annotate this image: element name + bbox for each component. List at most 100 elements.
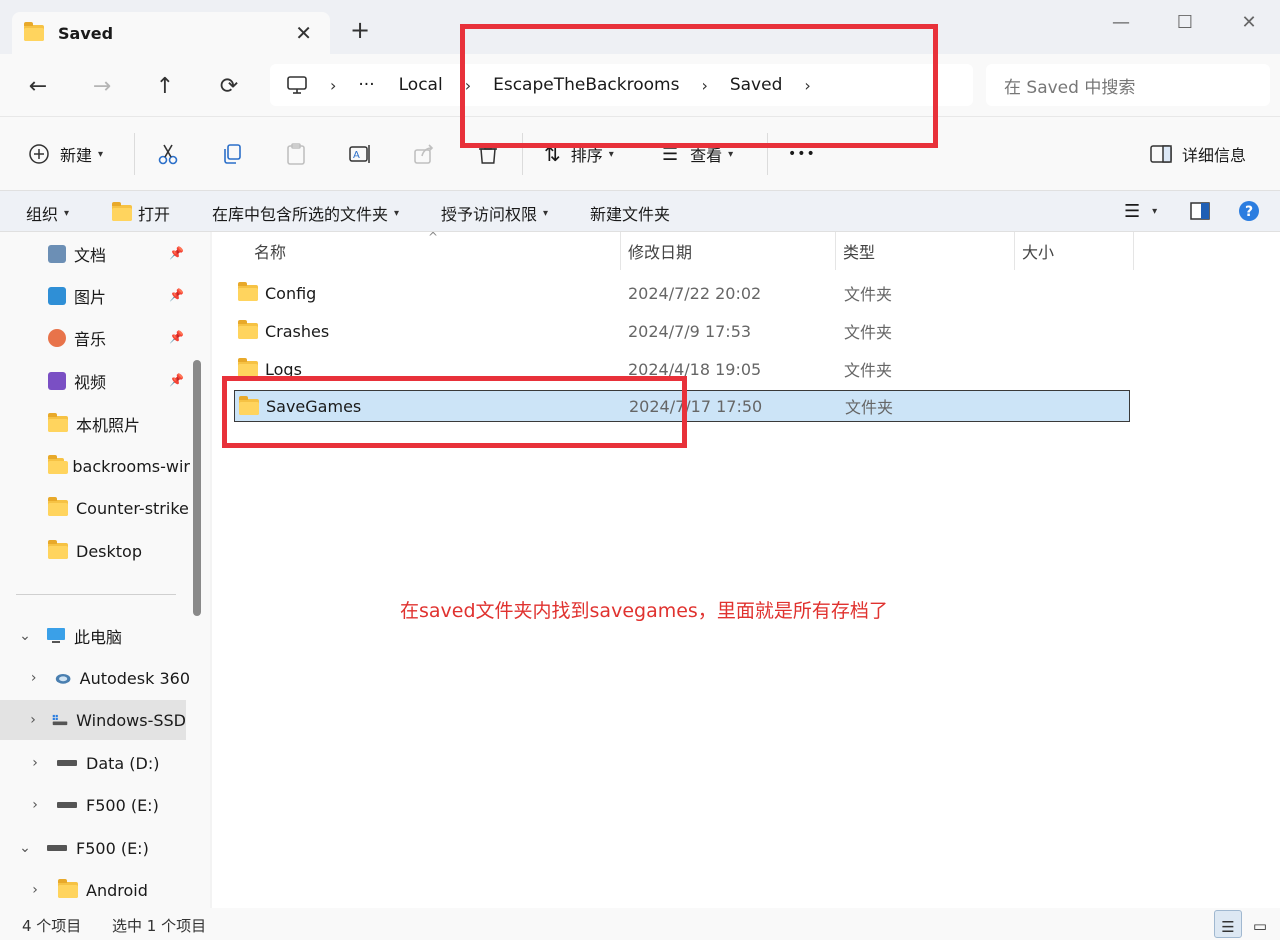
sidebar-item-videos[interactable]: 视频 📌 [0, 361, 190, 401]
paste-button[interactable] [284, 137, 308, 171]
include-library-menu[interactable]: 在库中包含所选的文件夹 ▾ [212, 201, 399, 225]
cloud-icon [56, 673, 71, 684]
chevron-right-icon[interactable]: › [28, 797, 42, 813]
sidebar-item-music[interactable]: 音乐 📌 [0, 318, 190, 358]
new-folder-label: 新建文件夹 [590, 205, 671, 224]
new-button[interactable]: 新建 ▾ [28, 137, 103, 171]
rename-button[interactable]: A [348, 137, 372, 171]
sidebar-item-label: 文档 [74, 246, 107, 265]
sidebar-item-pictures[interactable]: 图片 📌 [0, 276, 190, 316]
file-date: 2024/7/22 20:02 [628, 283, 762, 303]
column-divider[interactable] [1014, 232, 1015, 270]
open-label: 打开 [138, 205, 171, 224]
pin-icon[interactable]: 📌 [169, 330, 184, 344]
table-row[interactable]: Crashes 2024/7/9 17:53 文件夹 [234, 315, 1130, 347]
help-button[interactable]: ? [1238, 200, 1260, 222]
annotation-text: 在saved文件夹内找到savegames，里面就是所有存档了 [400, 600, 888, 622]
tab-close-icon[interactable]: ✕ [295, 21, 312, 45]
preview-pane-button[interactable] [1190, 202, 1210, 220]
refresh-button[interactable]: ⟳ [213, 70, 245, 102]
grant-access-menu[interactable]: 授予访问权限 ▾ [441, 201, 548, 225]
pin-icon[interactable]: 📌 [169, 246, 184, 260]
file-type: 文件夹 [844, 323, 893, 342]
sidebar-item-f500-e[interactable]: › F500 (E:) [0, 785, 190, 825]
copy-button[interactable] [220, 137, 244, 171]
up-button[interactable]: ↑ [149, 70, 181, 102]
tab-saved[interactable]: Saved ✕ [12, 12, 330, 54]
details-pane-button[interactable]: 详细信息 [1150, 137, 1246, 171]
sidebar-item-windows-ssd[interactable]: › Windows-SSD [0, 700, 186, 740]
cut-button[interactable] [156, 137, 180, 171]
drive-icon [52, 714, 68, 726]
new-folder-button[interactable]: 新建文件夹 [590, 201, 670, 225]
back-button[interactable]: ← [22, 70, 54, 102]
folder-icon [48, 540, 68, 559]
tiles-view-button[interactable]: ▭ [1246, 910, 1274, 938]
sidebar-item-local-photos[interactable]: 本机照片 [0, 404, 190, 444]
chevron-down-icon[interactable]: ⌄ [18, 840, 32, 856]
breadcrumb-local[interactable]: Local [399, 75, 443, 95]
folder-icon [24, 22, 44, 41]
sidebar-item-this-pc[interactable]: ⌄ 此电脑 [0, 616, 190, 656]
sidebar-item-autodesk[interactable]: › Autodesk 360 [0, 658, 190, 698]
share-button[interactable] [412, 137, 436, 171]
sidebar-item-data-d[interactable]: › Data (D:) [0, 743, 190, 783]
ribbon-bar: 组织 ▾ 打开 在库中包含所选的文件夹 ▾ 授予访问权限 ▾ 新建文件夹 ☰ ▾… [0, 190, 1280, 232]
music-icon [48, 329, 66, 347]
preview-pane-icon [1190, 202, 1210, 220]
sidebar-item-label: Desktop [76, 541, 142, 561]
sidebar-item-documents[interactable]: 文档 📌 [0, 234, 190, 274]
pin-icon[interactable]: 📌 [169, 373, 184, 387]
change-view-menu[interactable]: ☰ ▾ [1124, 201, 1157, 222]
drive-icon [57, 760, 77, 766]
column-header-size[interactable]: 大小 [1022, 232, 1054, 270]
column-divider[interactable] [1133, 232, 1134, 270]
document-icon [48, 245, 66, 263]
breadcrumb-ellipsis[interactable]: ··· [358, 75, 374, 95]
rename-icon: A [349, 145, 370, 163]
organize-menu[interactable]: 组织 ▾ [26, 201, 69, 225]
breadcrumb-separator[interactable]: › [330, 76, 336, 95]
minimize-button[interactable]: — [1098, 8, 1144, 36]
search-input[interactable]: 在 Saved 中搜索 [986, 64, 1270, 106]
chevron-right-icon[interactable]: › [28, 670, 39, 686]
maximize-button[interactable]: ☐ [1162, 8, 1208, 36]
sidebar-item-f500-e-root[interactable]: ⌄ F500 (E:) [0, 828, 190, 868]
status-bar: 4 个项目 选中 1 个项目 ☰ ▭ [0, 908, 1280, 940]
navigation-pane: 文档 📌 图片 📌 音乐 📌 视频 📌 本机照片 backrooms-wir C… [0, 232, 210, 908]
sidebar-item-counter-strike[interactable]: Counter-strike [0, 488, 190, 528]
chevron-down-icon: ▾ [394, 207, 400, 219]
column-header-name[interactable]: 名称 [254, 232, 286, 270]
details-view-button[interactable]: ☰ [1214, 910, 1242, 938]
column-divider[interactable] [620, 232, 621, 270]
new-tab-button[interactable]: + [350, 16, 370, 44]
column-header-type[interactable]: 类型 [843, 232, 875, 270]
column-divider[interactable] [835, 232, 836, 270]
chevron-down-icon: ▾ [64, 207, 70, 219]
sidebar-scrollbar[interactable] [193, 360, 201, 616]
chevron-right-icon[interactable]: › [28, 882, 42, 898]
close-window-button[interactable]: ✕ [1226, 8, 1272, 36]
file-type: 文件夹 [845, 398, 894, 417]
open-button[interactable]: 打开 [112, 201, 170, 225]
sidebar-item-backrooms[interactable]: backrooms-wir [0, 446, 190, 486]
table-row[interactable]: Config 2024/7/22 20:02 文件夹 [234, 277, 1130, 309]
scissors-icon [158, 144, 178, 165]
chevron-right-icon[interactable]: › [28, 755, 42, 771]
divider [134, 133, 135, 175]
sidebar-item-label: 音乐 [74, 330, 107, 349]
pin-icon[interactable]: 📌 [169, 288, 184, 302]
folder-icon [112, 202, 132, 221]
sidebar-item-android[interactable]: › Android [0, 870, 190, 908]
forward-button[interactable]: → [86, 70, 118, 102]
chevron-down-icon[interactable]: ⌄ [18, 628, 32, 644]
drive-icon [57, 802, 77, 808]
grant-access-label: 授予访问权限 [441, 205, 538, 224]
drive-icon [47, 845, 67, 851]
folder-icon [48, 497, 68, 516]
sidebar-item-desktop[interactable]: Desktop [0, 531, 190, 571]
chevron-down-icon: ▾ [543, 207, 549, 219]
column-header-date[interactable]: 修改日期 [628, 232, 692, 270]
chevron-right-icon[interactable]: › [28, 712, 38, 728]
sort-caret-icon: ^ [428, 230, 439, 244]
